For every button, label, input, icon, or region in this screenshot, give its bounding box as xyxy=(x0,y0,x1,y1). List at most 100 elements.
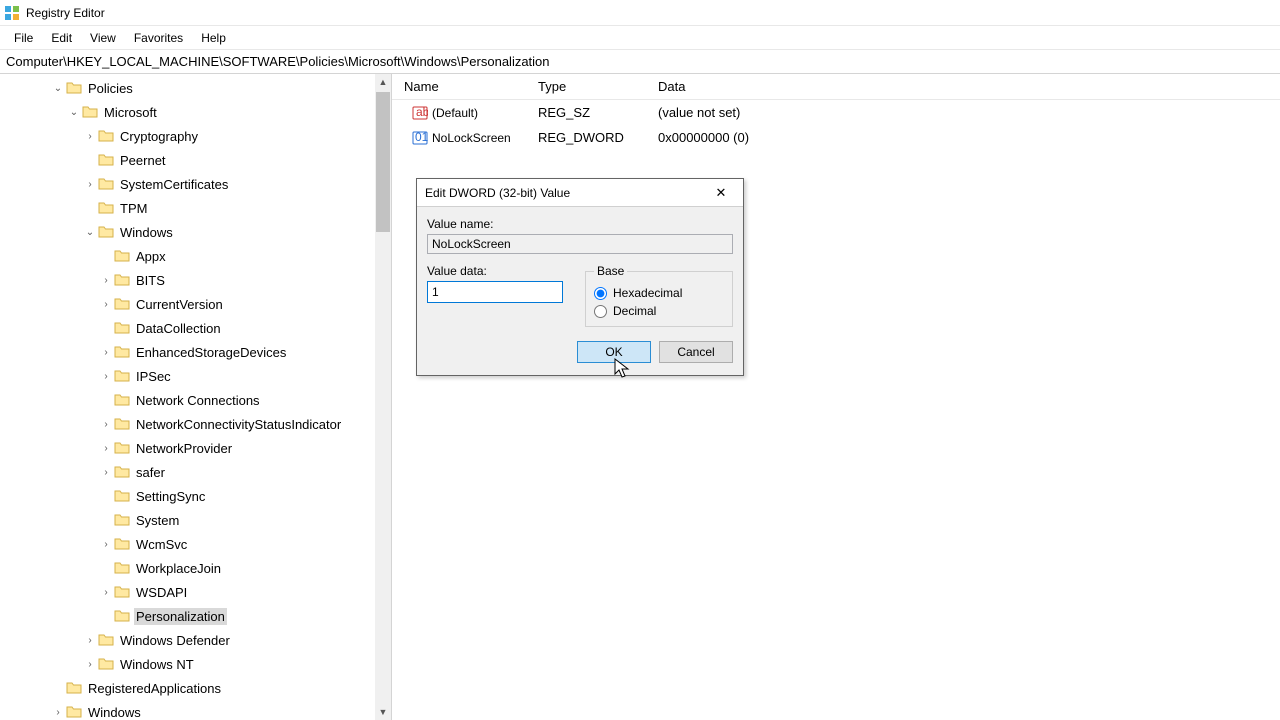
menu-view[interactable]: View xyxy=(82,28,124,48)
ok-button[interactable]: OK xyxy=(577,341,651,363)
folder-icon xyxy=(114,536,130,552)
chevron-right-icon[interactable]: › xyxy=(100,539,112,550)
base-fieldset: Base Hexadecimal Decimal xyxy=(585,264,733,327)
values-body[interactable]: (Default) REG_SZ (value not set) NoLockS… xyxy=(392,100,1280,150)
list-item[interactable]: NoLockScreen REG_DWORD 0x00000000 (0) xyxy=(392,125,1280,150)
tree-scrollbar[interactable]: ▲ ▼ xyxy=(375,74,391,720)
list-item[interactable]: (Default) REG_SZ (value not set) xyxy=(392,100,1280,125)
chevron-down-icon[interactable]: ⌄ xyxy=(52,83,64,94)
tree-item-windowsdefender[interactable]: › Windows Defender xyxy=(0,628,375,652)
tree-label: RegisteredApplications xyxy=(86,680,223,697)
column-header-name[interactable]: Name xyxy=(392,75,530,98)
chevron-right-icon[interactable]: › xyxy=(52,707,64,718)
tree-label: Windows xyxy=(86,704,143,720)
tree-label: Appx xyxy=(134,248,168,265)
tree-item-microsoft[interactable]: ⌄ Microsoft xyxy=(0,100,375,124)
folder-icon xyxy=(114,440,130,456)
tree-item-bits[interactable]: › BITS xyxy=(0,268,375,292)
chevron-right-icon[interactable]: › xyxy=(84,179,96,190)
chevron-right-icon[interactable]: › xyxy=(100,347,112,358)
folder-icon xyxy=(82,104,98,120)
menu-favorites[interactable]: Favorites xyxy=(126,28,191,48)
chevron-right-icon[interactable]: › xyxy=(84,131,96,142)
menu-file[interactable]: File xyxy=(6,28,41,48)
chevron-right-icon[interactable]: › xyxy=(84,635,96,646)
chevron-right-icon[interactable]: › xyxy=(100,443,112,454)
tree-item-systemcertificates[interactable]: › SystemCertificates xyxy=(0,172,375,196)
chevron-right-icon[interactable]: › xyxy=(100,467,112,478)
tree-item-windowsnt[interactable]: › Windows NT xyxy=(0,652,375,676)
tree-item-windows-2[interactable]: › Windows xyxy=(0,700,375,720)
tree-item-currentversion[interactable]: › CurrentVersion xyxy=(0,292,375,316)
tree-label: WcmSvc xyxy=(134,536,189,553)
folder-icon xyxy=(114,416,130,432)
menu-edit[interactable]: Edit xyxy=(43,28,80,48)
radio-hex-row[interactable]: Hexadecimal xyxy=(594,286,724,300)
chevron-right-icon[interactable]: › xyxy=(100,419,112,430)
tree-item-settingsync[interactable]: › SettingSync xyxy=(0,484,375,508)
value-name-label: Value name: xyxy=(427,217,733,231)
chevron-down-icon[interactable]: ⌄ xyxy=(84,227,96,238)
folder-icon xyxy=(98,632,114,648)
tree-item-appx[interactable]: › Appx xyxy=(0,244,375,268)
dialog-title-text: Edit DWORD (32-bit) Value xyxy=(425,186,570,200)
tree-label: Windows xyxy=(118,224,175,241)
string-value-icon xyxy=(412,105,428,121)
tree-item-policies[interactable]: ⌄ Policies xyxy=(0,76,375,100)
tree-item-registeredapps[interactable]: › RegisteredApplications xyxy=(0,676,375,700)
value-type: REG_DWORD xyxy=(530,127,650,148)
tree-item-enhancedstorage[interactable]: › EnhancedStorageDevices xyxy=(0,340,375,364)
chevron-right-icon[interactable]: › xyxy=(84,659,96,670)
folder-icon xyxy=(114,296,130,312)
radio-decimal[interactable] xyxy=(594,305,607,318)
chevron-right-icon[interactable]: › xyxy=(100,299,112,310)
value-name-field[interactable] xyxy=(427,234,733,254)
scroll-down-icon[interactable]: ▼ xyxy=(375,704,391,720)
scroll-up-icon[interactable]: ▲ xyxy=(375,74,391,90)
chevron-right-icon[interactable]: › xyxy=(100,587,112,598)
folder-icon xyxy=(114,248,130,264)
cancel-button[interactable]: Cancel xyxy=(659,341,733,363)
value-name: (Default) xyxy=(432,106,478,120)
folder-icon xyxy=(114,560,130,576)
tree-item-system[interactable]: › System xyxy=(0,508,375,532)
tree-item-networkprovider[interactable]: › NetworkProvider xyxy=(0,436,375,460)
dialog-titlebar[interactable]: Edit DWORD (32-bit) Value ✕ xyxy=(417,179,743,207)
menu-bar: File Edit View Favorites Help xyxy=(0,26,1280,50)
tree-item-datacollection[interactable]: › DataCollection xyxy=(0,316,375,340)
tree-label: Policies xyxy=(86,80,135,97)
tree-item-workplacejoin[interactable]: › WorkplaceJoin xyxy=(0,556,375,580)
radio-hexadecimal[interactable] xyxy=(594,287,607,300)
tree-item-tpm[interactable]: › TPM xyxy=(0,196,375,220)
tree-view[interactable]: ⌄ Policies ⌄ Microsoft › Cryptography › xyxy=(0,74,375,720)
scroll-thumb[interactable] xyxy=(376,92,390,232)
value-name: NoLockScreen xyxy=(432,131,511,145)
chevron-down-icon[interactable]: ⌄ xyxy=(68,107,80,118)
tree-item-windows[interactable]: ⌄ Windows xyxy=(0,220,375,244)
tree-item-wsdapi[interactable]: › WSDAPI xyxy=(0,580,375,604)
tree-pane: ⌄ Policies ⌄ Microsoft › Cryptography › xyxy=(0,74,392,720)
tree-item-personalization[interactable]: › Personalization xyxy=(0,604,375,628)
tree-item-peernet[interactable]: › Peernet xyxy=(0,148,375,172)
value-data: (value not set) xyxy=(650,102,1280,123)
tree-item-ipsec[interactable]: › IPSec xyxy=(0,364,375,388)
radio-dec-row[interactable]: Decimal xyxy=(594,304,724,318)
chevron-right-icon[interactable]: › xyxy=(100,371,112,382)
column-header-type[interactable]: Type xyxy=(530,75,650,98)
tree-item-cryptography[interactable]: › Cryptography xyxy=(0,124,375,148)
tree-item-networkconnectivity[interactable]: › NetworkConnectivityStatusIndicator xyxy=(0,412,375,436)
address-bar[interactable]: Computer\HKEY_LOCAL_MACHINE\SOFTWARE\Pol… xyxy=(0,50,1280,74)
value-data-field[interactable] xyxy=(427,281,563,303)
tree-label: CurrentVersion xyxy=(134,296,225,313)
tree-item-networkconnections[interactable]: › Network Connections xyxy=(0,388,375,412)
folder-icon xyxy=(98,176,114,192)
tree-item-wcmsvc[interactable]: › WcmSvc xyxy=(0,532,375,556)
close-icon[interactable]: ✕ xyxy=(701,181,741,205)
tree-item-safer[interactable]: › safer xyxy=(0,460,375,484)
chevron-right-icon[interactable]: › xyxy=(100,275,112,286)
menu-help[interactable]: Help xyxy=(193,28,234,48)
folder-icon xyxy=(114,392,130,408)
value-data-label: Value data: xyxy=(427,264,567,278)
column-header-data[interactable]: Data xyxy=(650,75,1280,98)
tree-label: WorkplaceJoin xyxy=(134,560,223,577)
